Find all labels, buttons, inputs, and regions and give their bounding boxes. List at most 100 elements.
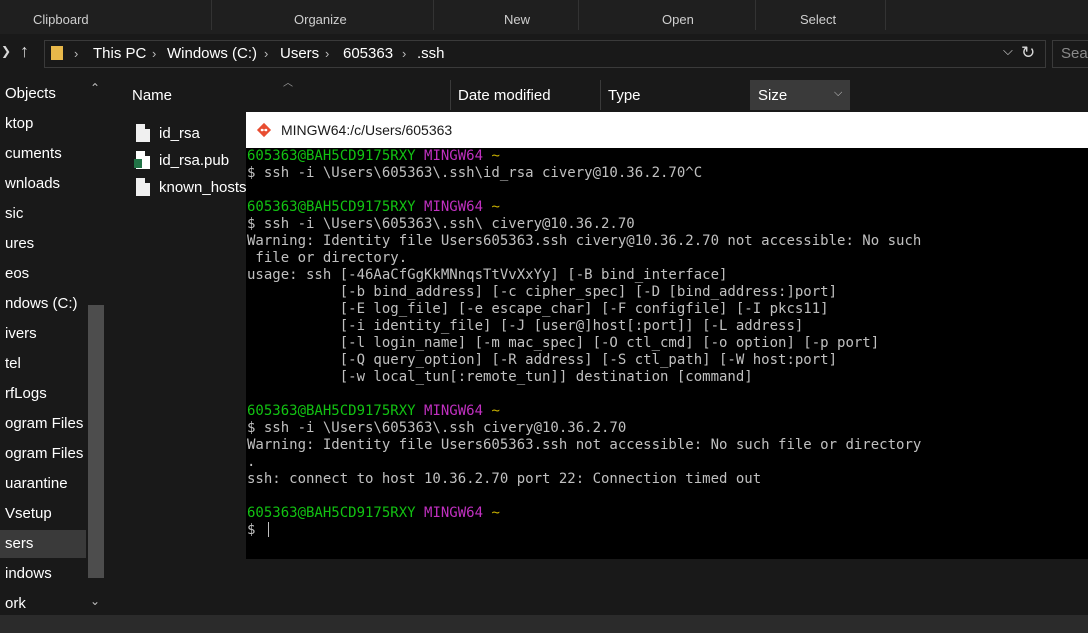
breadcrumb-chevron-icon: › (74, 46, 79, 61)
prompt-environment: MINGW64 (424, 505, 484, 521)
terminal-line-text: [-Q query_option] [-R address] [-S ctl_p… (247, 352, 838, 368)
nav-item-label: ndows (C:) (5, 295, 78, 312)
column-header-date-modified[interactable]: Date modified (450, 80, 600, 110)
breadcrumb-this-pc[interactable]: This PC (93, 45, 146, 62)
recent-locations-chevron-icon[interactable]: ❯ (1, 44, 11, 58)
terminal-output-line: [-w local_tun[:remote_tun]] destination … (247, 369, 753, 386)
terminal-prompt-line: 605363@BAH5CD9175RXY MINGW64 ~ (247, 403, 500, 420)
nav-item[interactable]: Objects (0, 80, 86, 108)
breadcrumb-chevron-icon: › (402, 46, 407, 61)
nav-item[interactable]: sic (0, 200, 86, 228)
terminal-line-text: $ (247, 522, 264, 538)
terminal-output-line: ssh: connect to host 10.36.2.70 port 22:… (247, 471, 761, 488)
terminal-line-text: usage: ssh [-46AaCfGgKkMNnqsTtVvXxYy] [-… (247, 267, 728, 283)
terminal-title: MINGW64:/c/Users/605363 (281, 122, 453, 138)
prompt-user-host: 605363@BAH5CD9175RXY (247, 148, 416, 164)
column-dropdown-chevron-icon[interactable]: ⌵ (834, 87, 842, 100)
terminal-line-text: [-i identity_file] [-J [user@]host[:port… (247, 318, 804, 334)
terminal-title-bar[interactable]: MINGW64:/c/Users/605363 (246, 112, 1088, 148)
terminal-window[interactable]: MINGW64:/c/Users/605363 605363@BAH5CD917… (246, 112, 1088, 559)
ribbon-separator (433, 0, 434, 30)
ribbon-group-organize: Organize (294, 12, 347, 27)
nav-item[interactable]: ktop (0, 110, 86, 138)
column-header-type[interactable]: Type (600, 80, 750, 110)
terminal-output-line: [-E log_file] [-e escape_char] [-F confi… (247, 301, 829, 318)
nav-item-label: cuments (5, 145, 62, 162)
navigation-scrollbar-thumb[interactable] (88, 305, 104, 578)
nav-item[interactable]: ogram Files ( (0, 440, 86, 468)
scroll-up-arrow-icon[interactable]: ⌃ (90, 81, 100, 95)
column-header-label: Type (608, 87, 641, 104)
ribbon-group-new: New (504, 12, 531, 27)
terminal-line-text: Warning: Identity file Users605363.ssh n… (247, 437, 922, 453)
column-header-size[interactable]: Size ⌵ (750, 80, 850, 110)
nav-item[interactable]: wnloads (0, 170, 86, 198)
nav-item[interactable]: rfLogs (0, 380, 86, 408)
nav-item[interactable]: ures (0, 230, 86, 258)
address-bar[interactable]: › This PC › Windows (C:) › Users › 60536… (44, 40, 1046, 68)
terminal-prompt-line: 605363@BAH5CD9175RXY MINGW64 ~ (247, 505, 500, 522)
column-header-label: Date modified (458, 87, 551, 104)
terminal-prompt-line: 605363@BAH5CD9175RXY MINGW64 ~ (247, 148, 500, 165)
git-bash-icon (256, 122, 272, 138)
terminal-line-text: . (247, 454, 256, 470)
terminal-output-line: [-Q query_option] [-R address] [-S ctl_p… (247, 352, 837, 369)
column-header-name[interactable]: Name (124, 80, 450, 110)
nav-item-label: ogram Files ( (5, 445, 86, 462)
prompt-path: ~ (491, 148, 500, 164)
breadcrumb-windows-c[interactable]: Windows (C:) (167, 45, 257, 62)
terminal-output-line: usage: ssh [-46AaCfGgKkMNnqsTtVvXxYy] [-… (247, 267, 727, 284)
terminal-line-text: [-E log_file] [-e escape_char] [-F confi… (247, 301, 829, 317)
nav-item-label: uarantine (5, 475, 68, 492)
ribbon-group-select: Select (800, 12, 837, 27)
ribbon-group-clipboard: Clipboard (33, 12, 89, 27)
search-input[interactable]: Sea (1052, 40, 1088, 68)
breadcrumb-chevron-icon: › (325, 46, 330, 61)
nav-item-label: sic (5, 205, 24, 222)
terminal-output-line: . (247, 454, 255, 471)
nav-item-label: ivers (5, 325, 37, 342)
nav-item[interactable]: ork (0, 590, 86, 615)
file-name: known_hosts (159, 179, 247, 196)
nav-item[interactable]: eos (0, 260, 86, 288)
terminal-line-text: $ ssh -i \Users\605363\.ssh\id_rsa civer… (247, 165, 703, 181)
terminal-output-line: [-b bind_address] [-c cipher_spec] [-D [… (247, 284, 837, 301)
search-placeholder: Sea (1061, 45, 1088, 62)
publisher-file-icon (134, 151, 150, 169)
terminal-output-line: Warning: Identity file Users605363.ssh n… (247, 437, 921, 454)
nav-item-label: Vsetup (5, 505, 52, 522)
scroll-down-arrow-icon[interactable]: ⌄ (90, 594, 100, 608)
terminal-prompt-line: 605363@BAH5CD9175RXY MINGW64 ~ (247, 199, 500, 216)
terminal-line-text: [-w local_tun[:remote_tun]] destination … (247, 369, 753, 385)
nav-item[interactable]: ndows (C:) (0, 290, 86, 318)
breadcrumb-605363[interactable]: 605363 (343, 45, 393, 62)
ribbon: Clipboard Organize New Open Select (0, 0, 1088, 34)
breadcrumb-ssh[interactable]: .ssh (417, 45, 445, 62)
prompt-path: ~ (491, 505, 500, 521)
nav-item[interactable]: Vsetup (0, 500, 86, 528)
nav-item-label: eos (5, 265, 30, 282)
nav-item[interactable]: ogram Files (0, 410, 86, 438)
nav-item-label: ogram Files (5, 415, 84, 432)
address-dropdown-chevron-icon[interactable]: ⌵ (1003, 43, 1013, 59)
ribbon-group-open: Open (662, 12, 694, 27)
up-arrow-icon[interactable]: ↑ (20, 41, 29, 62)
nav-item[interactable]: ivers (0, 320, 86, 348)
nav-item[interactable]: sers (0, 530, 86, 558)
nav-item[interactable]: indows (0, 560, 86, 588)
terminal-output-line: [-i identity_file] [-J [user@]host[:port… (247, 318, 804, 335)
nav-item[interactable]: uarantine (0, 470, 86, 498)
breadcrumb-users[interactable]: Users (280, 45, 319, 62)
terminal-input-line[interactable]: $ (247, 522, 269, 539)
nav-item[interactable]: cuments (0, 140, 86, 168)
terminal-command-line: $ ssh -i \Users\605363\.ssh\id_rsa civer… (247, 165, 702, 182)
column-header-label: Name (132, 87, 173, 104)
nav-item[interactable]: tel (0, 350, 86, 378)
terminal-line-text: ssh: connect to host 10.36.2.70 port 22:… (247, 471, 762, 487)
terminal-cursor (267, 522, 269, 537)
refresh-icon[interactable]: ↻ (1021, 43, 1035, 63)
terminal-command-line: $ ssh -i \Users\605363\.ssh\ civery@10.3… (247, 216, 635, 233)
status-bar (0, 615, 1088, 633)
prompt-user-host: 605363@BAH5CD9175RXY (247, 199, 416, 215)
terminal-output[interactable]: 605363@BAH5CD9175RXY MINGW64 ~ $ ssh -i \… (246, 148, 1088, 559)
